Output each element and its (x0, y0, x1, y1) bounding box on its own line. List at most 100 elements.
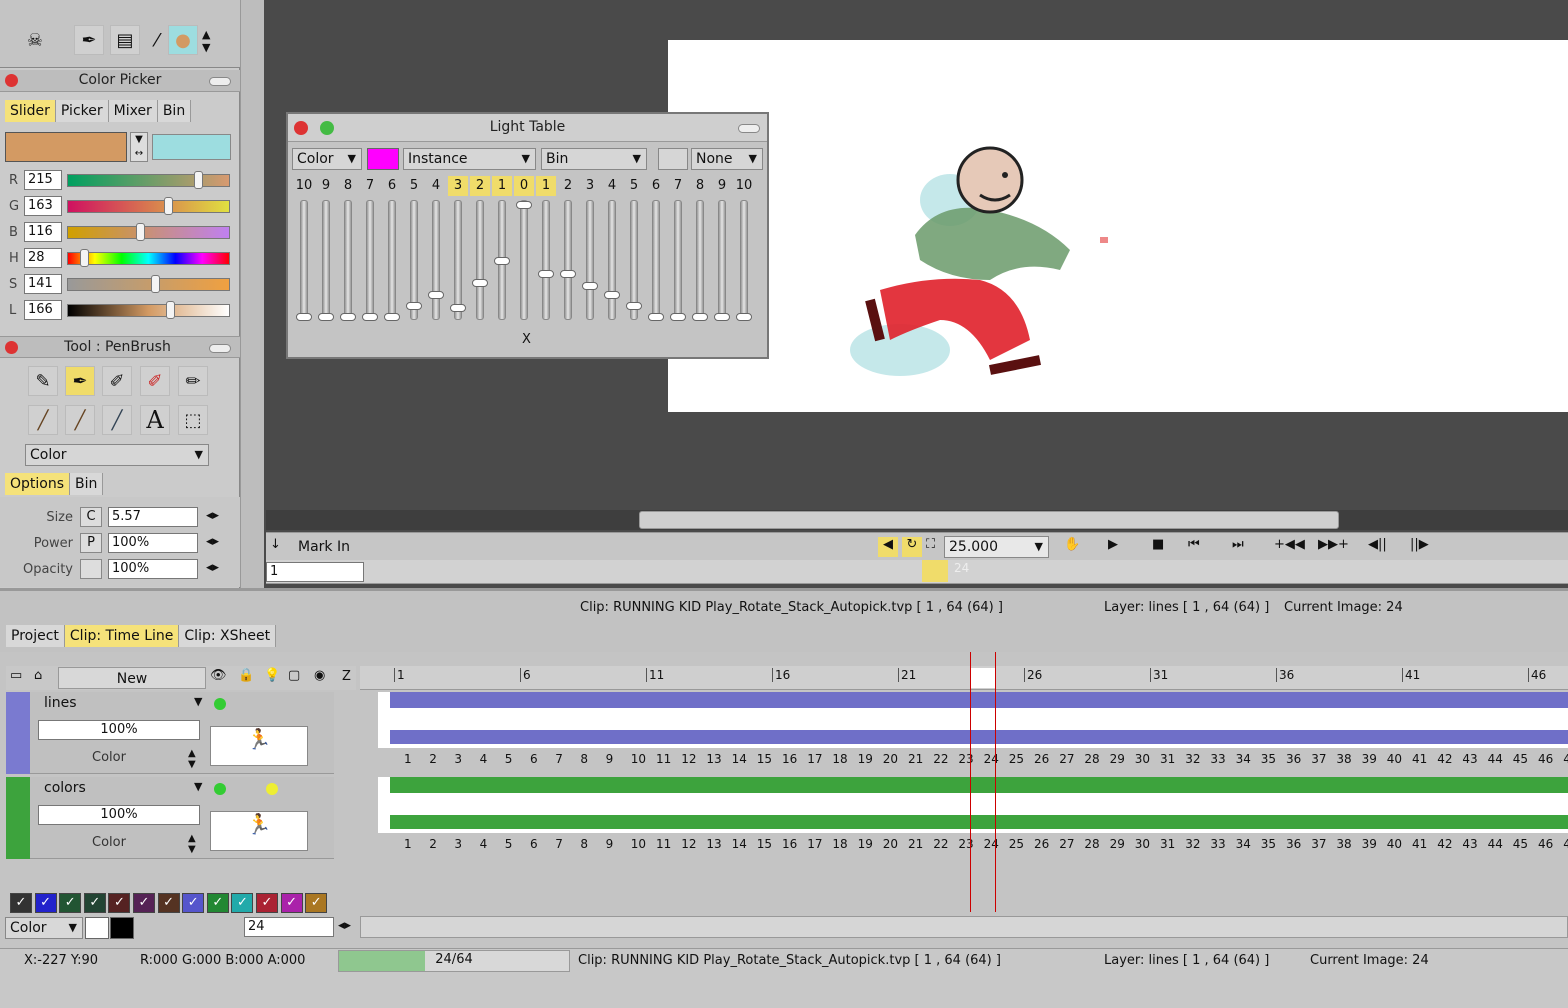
palette-frame-input[interactable]: 24 (244, 917, 334, 937)
layer-name[interactable]: lines (44, 695, 77, 711)
option-value[interactable]: 100% (108, 533, 198, 553)
palette-swatch[interactable]: ✓ (83, 893, 106, 913)
layer-row[interactable]: lines ▼ 100% Color ▲ ▼ 🏃 (6, 692, 334, 774)
lighttable-opacity-slider[interactable] (714, 200, 730, 321)
lighttable-opacity-slider[interactable] (582, 200, 598, 320)
lighttable-frame-label[interactable]: 0 (514, 176, 534, 196)
slider-knob[interactable] (362, 313, 378, 321)
light-dot-icon[interactable] (266, 783, 278, 795)
tab-picker[interactable]: Picker (55, 100, 109, 122)
layer-opacity[interactable]: 100% (38, 805, 200, 825)
text-icon[interactable]: A (140, 405, 170, 435)
lighttable-opacity-slider[interactable] (384, 200, 400, 321)
color-menu-arrow-icon[interactable]: ▼ ↔ (130, 132, 148, 162)
lighttable-opacity-slider[interactable] (296, 200, 312, 321)
frame-input[interactable]: 1 (266, 562, 364, 582)
palette-swatch[interactable]: ✓ (108, 893, 131, 913)
channel-value[interactable]: 215 (24, 170, 62, 190)
tab-options[interactable]: Options (5, 473, 71, 495)
eye-icon[interactable]: 👁 (210, 668, 227, 683)
frame-icon[interactable]: ▢ (288, 668, 300, 683)
slider-knob[interactable] (406, 301, 422, 310)
collapse-icon[interactable] (738, 124, 760, 133)
palette-swatch[interactable]: ✓ (256, 893, 278, 913)
airbrush-icon[interactable]: ✐ (102, 366, 132, 396)
lighttable-frame-label[interactable]: 7 (668, 176, 688, 196)
fps-select[interactable]: 25.000 (944, 536, 1049, 558)
tab-tool-bin[interactable]: Bin (70, 473, 104, 495)
layer-options-icon[interactable]: ⌂ (34, 668, 42, 683)
left-panel-scrollbar[interactable] (240, 0, 264, 590)
slider-knob[interactable] (626, 301, 642, 310)
slider-knob[interactable] (340, 313, 356, 321)
lighttable-frame-label[interactable]: 9 (316, 176, 336, 196)
slider-knob[interactable] (516, 201, 532, 209)
slider-knob[interactable] (604, 290, 620, 299)
sound-icon[interactable]: ◀ (878, 537, 898, 557)
lighttable-opacity-slider[interactable] (692, 200, 708, 321)
channel-value[interactable]: 166 (24, 300, 62, 320)
paint-brush-icon[interactable]: ✐ (140, 366, 170, 396)
playback-ruler[interactable]: 1 24 (266, 560, 1568, 584)
slider-knob[interactable] (692, 313, 708, 321)
lighttable-frame-label[interactable]: 2 (470, 176, 490, 196)
stepper-icon[interactable]: ◂▸ (206, 508, 219, 523)
canvas-h-scrollbar[interactable] (266, 510, 1568, 530)
slider-knob[interactable] (648, 313, 664, 321)
channel-value[interactable]: 163 (24, 196, 62, 216)
layer-row[interactable]: colors ▼ 100% Color ▲ ▼ 🏃 (6, 777, 334, 859)
lighttable-opacity-slider[interactable] (604, 200, 620, 320)
lighttable-opacity-slider[interactable] (428, 200, 444, 320)
slider-knob[interactable] (450, 304, 466, 313)
slider-knob[interactable] (428, 290, 444, 299)
palette-swatch[interactable]: ✓ (280, 893, 303, 913)
palette-swatch[interactable]: ✓ (305, 893, 328, 913)
lighttable-frame-label[interactable]: 5 (624, 176, 644, 196)
mode-stepper-icon[interactable]: ▲ ▼ (188, 833, 196, 855)
lighttable-frame-label[interactable]: 3 (448, 176, 468, 196)
slider-knob[interactable] (296, 313, 312, 321)
new-layer-button[interactable]: New (58, 667, 206, 689)
arrow-down-icon[interactable]: ↓ (270, 537, 281, 552)
channel-slider[interactable] (67, 197, 230, 215)
tab-mixer[interactable]: Mixer (108, 100, 158, 122)
layer-menu-arrow-icon[interactable]: ▼ (194, 780, 202, 793)
go-end-icon[interactable]: ⏭ (1232, 537, 1244, 552)
palette-black[interactable] (110, 917, 134, 939)
primary-color-swatch[interactable] (5, 132, 127, 162)
palette-swatch[interactable]: ✓ (206, 893, 229, 913)
slider-knob[interactable] (714, 313, 730, 321)
loop-icon[interactable]: ↻ (902, 537, 922, 557)
lighttable-opacity-slider[interactable] (670, 200, 686, 321)
step-back-icon[interactable]: ◀|| (1368, 537, 1387, 552)
lighttable-color-swatch[interactable] (367, 148, 399, 170)
layer-mode[interactable]: Color (92, 750, 126, 765)
option-key-button[interactable] (80, 559, 102, 579)
lighttable-frame-label[interactable]: 6 (382, 176, 402, 196)
slider-knob[interactable] (538, 270, 554, 279)
folder-icon[interactable]: ▭ (10, 668, 22, 683)
option-value[interactable]: 5.57 (108, 507, 198, 527)
stop-icon[interactable]: ■ (1152, 537, 1164, 552)
crayon-icon[interactable]: ✏ (178, 366, 208, 396)
channel-slider[interactable] (67, 223, 230, 241)
lighttable-opacity-slider[interactable] (538, 200, 554, 320)
lock-icon[interactable]: 🔒 (238, 668, 254, 683)
step-forward-icon[interactable]: ||▶ (1410, 537, 1429, 552)
slider-knob[interactable] (384, 313, 400, 321)
stepper-icon[interactable]: ◂▸ (338, 918, 351, 933)
lighttable-opacity-slider[interactable] (450, 200, 466, 320)
slider-knob[interactable] (582, 281, 598, 290)
channel-value[interactable]: 116 (24, 222, 62, 242)
mode-stepper-icon[interactable]: ▲ ▼ (188, 748, 196, 770)
lighttable-instance-select[interactable]: Instance (403, 148, 536, 170)
select-icon[interactable]: ⬚ (178, 405, 208, 435)
slider-knob[interactable] (560, 270, 576, 279)
lighttable-opacity-slider[interactable] (472, 200, 488, 320)
slider-knob[interactable] (472, 279, 488, 288)
palette-swatch[interactable]: ✓ (133, 893, 155, 913)
lighttable-opacity-slider[interactable] (736, 200, 752, 321)
lighttable-opacity-slider[interactable] (406, 200, 422, 320)
lighttable-frame-label[interactable]: 10 (734, 176, 754, 196)
stepper-icon[interactable]: ◂▸ (206, 560, 219, 575)
